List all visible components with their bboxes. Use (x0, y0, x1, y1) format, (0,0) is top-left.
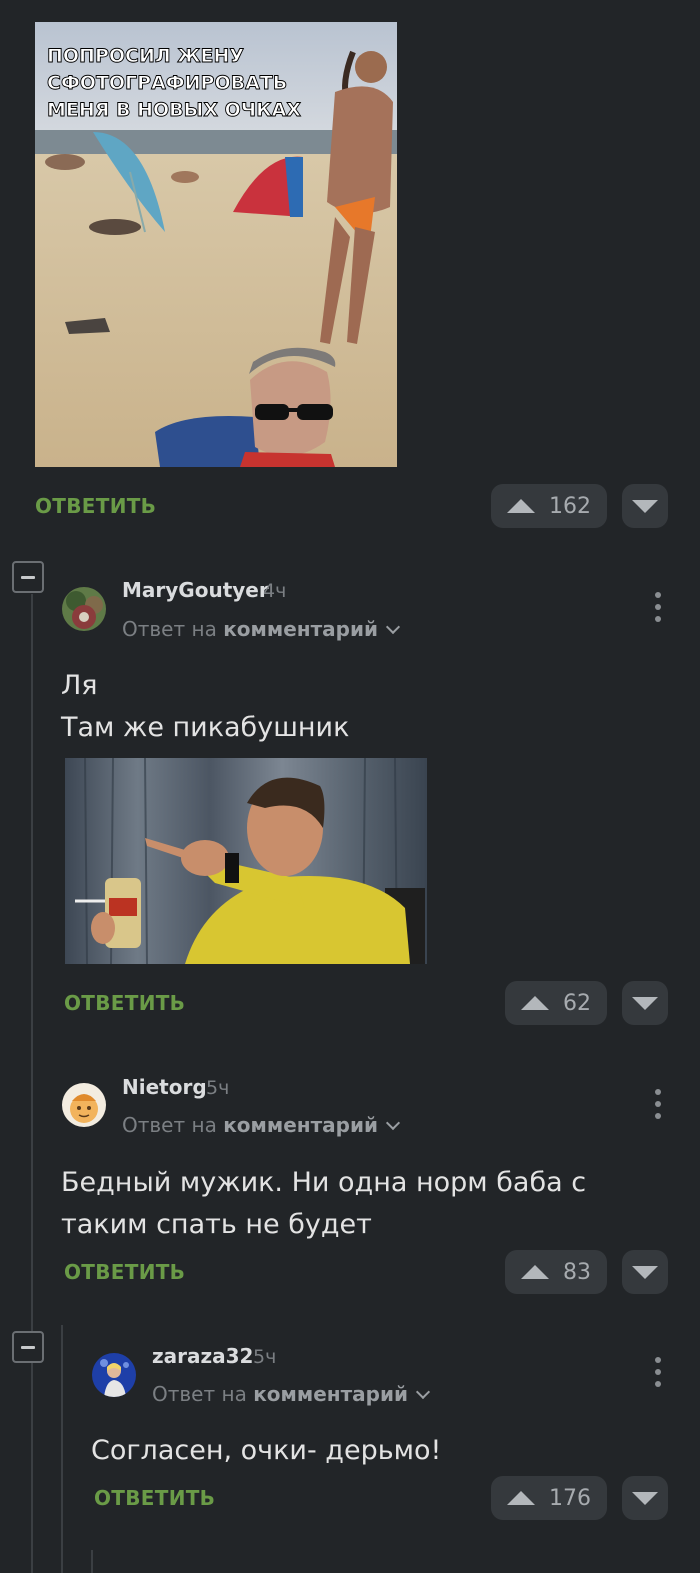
chevron-down-icon (415, 1384, 431, 1400)
upvote-button[interactable]: 83 (505, 1250, 607, 1294)
downvote-icon (632, 996, 658, 1010)
comment-time: 5ч (206, 1077, 230, 1099)
reply-button[interactable]: ОТВЕТИТЬ (64, 991, 185, 1015)
reply-to-link[interactable]: Ответ на комментарий (122, 617, 401, 641)
vote-count: 62 (563, 990, 591, 1016)
upvote-button[interactable]: 162 (491, 484, 607, 528)
username[interactable]: zaraza32 (152, 1344, 253, 1368)
avatar[interactable] (62, 587, 106, 631)
reply-button[interactable]: ОТВЕТИТЬ (64, 1260, 185, 1284)
more-icon[interactable] (648, 592, 668, 622)
avatar[interactable] (92, 1353, 136, 1397)
upvote-icon (521, 1265, 549, 1279)
downvote-icon (632, 499, 658, 513)
more-icon[interactable] (648, 1089, 668, 1119)
caption-line-3: МЕНЯ В НОВЫХ ОЧКАХ (47, 99, 301, 121)
thread-line-level1 (31, 594, 33, 1573)
reply-to-target[interactable]: комментарий (253, 1382, 408, 1406)
more-icon[interactable] (648, 1357, 668, 1387)
vote-count: 162 (549, 493, 591, 519)
downvote-icon (632, 1491, 658, 1505)
comment-image-pointing-man (65, 758, 427, 964)
downvote-button[interactable] (622, 1476, 668, 1520)
downvote-icon (632, 1265, 658, 1279)
downvote-button[interactable] (622, 981, 668, 1025)
comment-text: Бедный мужик. Ни одна норм баба с таким … (61, 1162, 586, 1246)
comment-text-line: Ля (61, 670, 98, 701)
username[interactable]: MaryGoutyer (122, 578, 269, 602)
upvote-icon (507, 499, 535, 513)
comment-text-line: Там же пикабушник (61, 712, 350, 743)
downvote-button[interactable] (622, 484, 668, 528)
reply-to-target[interactable]: комментарий (223, 1113, 378, 1137)
reply-to-prefix: Ответ на (122, 1113, 217, 1137)
reply-to-link[interactable]: Ответ на комментарий (122, 1113, 401, 1137)
post-image-beach: ПОПРОСИЛ ЖЕНУ СФОТОГРАФИРОВАТЬ МЕНЯ В НО… (35, 22, 397, 467)
comment-text-line: Бедный мужик. Ни одна норм баба с (61, 1167, 587, 1198)
chevron-down-icon (385, 619, 401, 635)
chevron-down-icon (385, 1115, 401, 1131)
upvote-button[interactable]: 62 (505, 981, 607, 1025)
collapse-icon[interactable] (12, 1331, 44, 1363)
downvote-button[interactable] (622, 1250, 668, 1294)
comment-text-line: Согласен, очки- дерьмо! (91, 1435, 442, 1466)
username[interactable]: Nietorg (122, 1075, 207, 1099)
reply-to-prefix: Ответ на (122, 617, 217, 641)
reply-to-target[interactable]: комментарий (223, 617, 378, 641)
collapse-icon[interactable] (12, 561, 44, 593)
upvote-icon (507, 1491, 535, 1505)
thread-line-level3 (91, 1550, 93, 1573)
vote-count: 176 (549, 1485, 591, 1511)
upvote-icon (521, 996, 549, 1010)
avatar[interactable] (62, 1083, 106, 1127)
reply-button[interactable]: ОТВЕТИТЬ (94, 1486, 215, 1510)
upvote-button[interactable]: 176 (491, 1476, 607, 1520)
vote-count: 83 (563, 1259, 591, 1285)
caption-line-2: СФОТОГРАФИРОВАТЬ (47, 72, 287, 94)
thread-line-level2 (61, 1325, 63, 1573)
comment-time: 5ч (253, 1346, 277, 1368)
caption-line-1: ПОПРОСИЛ ЖЕНУ (47, 45, 244, 67)
comment-text: Согласен, очки- дерьмо! (91, 1430, 441, 1472)
comment-text: Ля Там же пикабушник (61, 665, 349, 749)
comment-time: 4ч (263, 580, 287, 602)
reply-to-link[interactable]: Ответ на комментарий (152, 1382, 431, 1406)
reply-button[interactable]: ОТВЕТИТЬ (35, 494, 156, 518)
comment-text-line: таким спать не будет (61, 1209, 372, 1240)
reply-to-prefix: Ответ на (152, 1382, 247, 1406)
